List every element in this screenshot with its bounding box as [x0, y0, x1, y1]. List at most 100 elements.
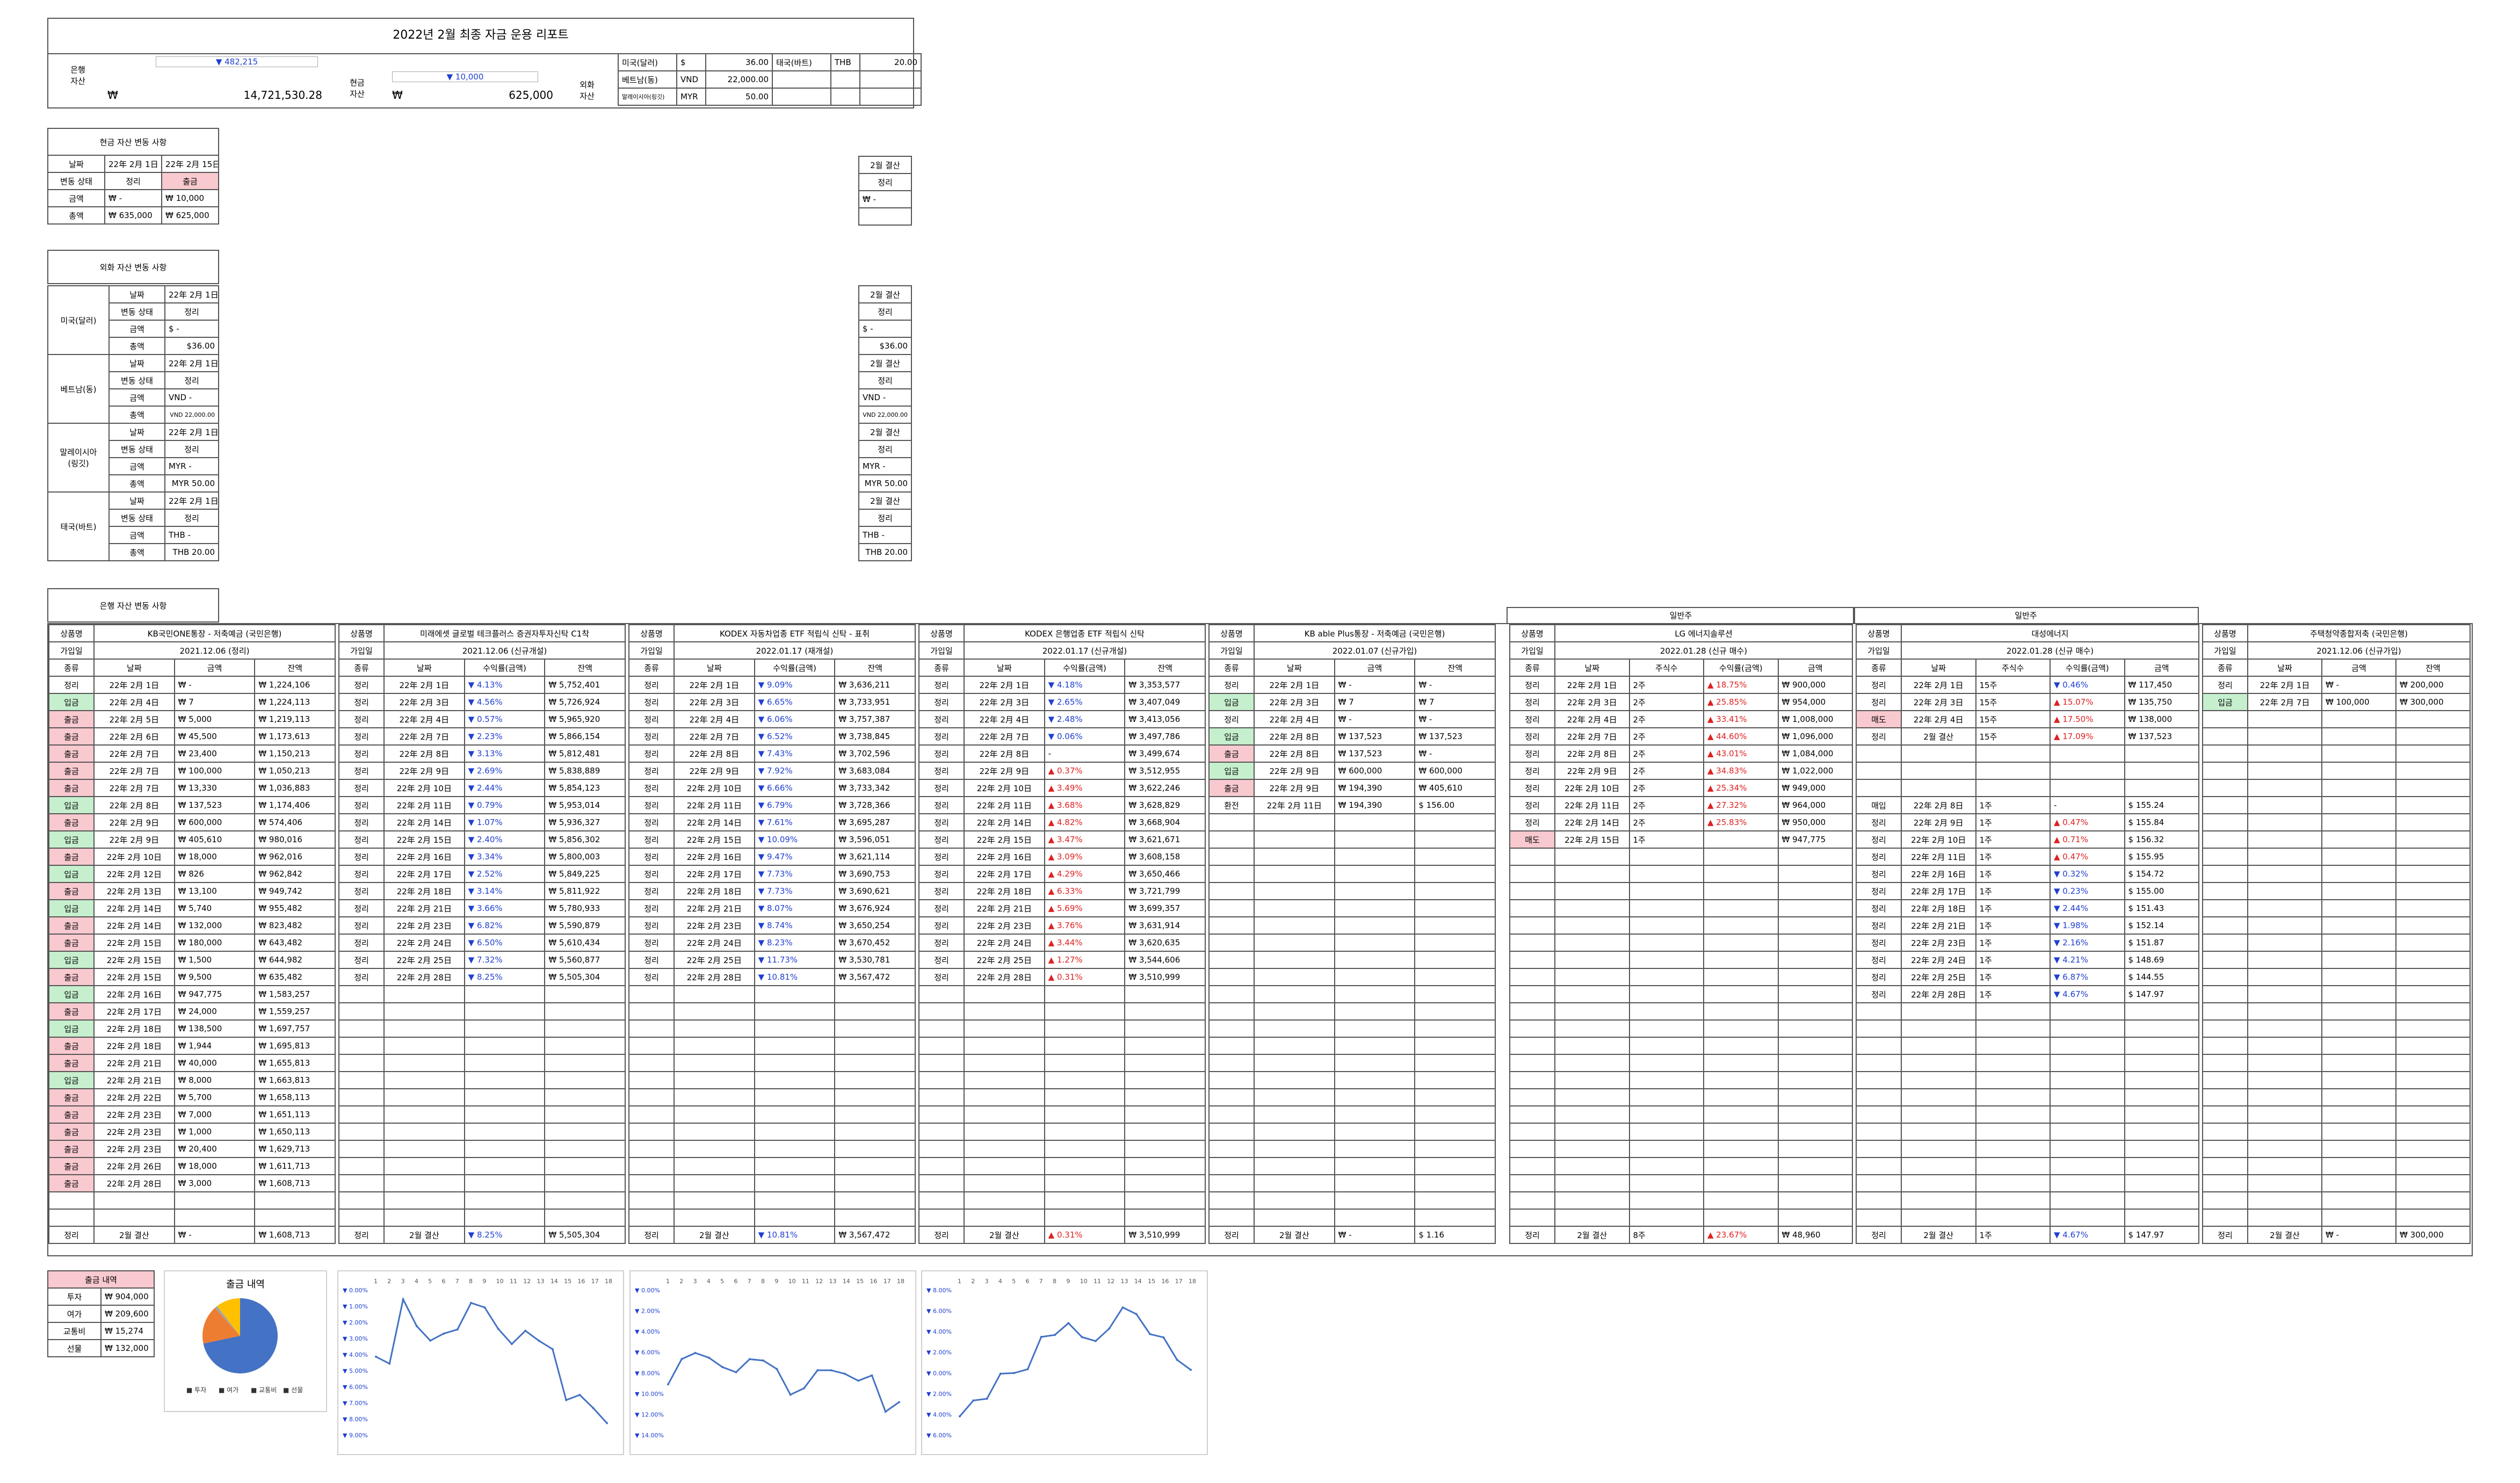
table-cell: 22年 2月 4日 — [964, 710, 1045, 728]
table-cell: 22年 2月 11日 — [383, 796, 465, 814]
fx-val: 50.00 — [705, 88, 773, 106]
fx-name2 — [772, 88, 831, 106]
table-cell: 입금 — [48, 1019, 95, 1038]
table-cell — [834, 1157, 916, 1175]
table-cell: 22年 2月 3日 — [964, 693, 1045, 711]
data-point — [606, 1422, 608, 1424]
table-cell: 정리 — [918, 779, 965, 797]
y-tick-label: ▼ 2.00% — [635, 1308, 660, 1315]
table-cell — [964, 1105, 1045, 1124]
fx-status: 정리 — [164, 302, 219, 321]
table-cell: 입금 — [48, 951, 95, 969]
table-cell: ₩ 1,697,757 — [254, 1019, 336, 1038]
table-cell — [2321, 968, 2396, 986]
table-cell — [674, 1019, 755, 1038]
table-cell: ▼ 3.34% — [464, 848, 546, 866]
table-cell — [1044, 1140, 1126, 1158]
table-cell — [383, 1140, 465, 1158]
data-point — [884, 1410, 887, 1413]
table-cell — [1628, 882, 1704, 900]
table-cell: ▲ 0.47% — [2050, 813, 2125, 831]
fx-amount: VND - — [164, 388, 219, 407]
table-cell — [1777, 1037, 1853, 1055]
table-cell — [964, 1054, 1045, 1072]
table-cell — [964, 1123, 1045, 1141]
table-cell: ₩ 9,500 — [173, 968, 256, 986]
table-cell — [964, 1088, 1045, 1106]
settle-cell: 2월 결산 — [2247, 1226, 2322, 1244]
table-cell — [834, 1037, 916, 1055]
pie-legend-item: ■ 투자 — [186, 1386, 206, 1394]
table-cell — [834, 1019, 916, 1038]
data-point — [680, 1358, 683, 1361]
line-chart-2-box: ▼ 0.00% ▼ 2.00% ▼ 4.00% ▼ 6.00% ▼ 8.00% ▼ 10.… — [629, 1270, 916, 1455]
table-cell: 22年 2月 18日 — [964, 882, 1045, 900]
table-cell — [383, 1088, 465, 1106]
table-cell: 정리 — [1208, 676, 1255, 694]
table-cell — [2395, 1037, 2471, 1055]
table-cell — [2321, 1037, 2396, 1055]
table-cell: ▼ 6.52% — [754, 727, 836, 746]
x-tick-label: 7 — [1039, 1278, 1043, 1285]
fx-cur2: THB — [830, 53, 860, 71]
table-cell — [1208, 830, 1255, 849]
x-tick-label: 10 — [496, 1278, 504, 1285]
table-cell — [1554, 1054, 1630, 1072]
table-cell — [2247, 1140, 2322, 1158]
joined-label: 가입일 — [918, 641, 965, 660]
table-cell: ₩ 5,936,327 — [544, 813, 626, 831]
table-cell: 22年 2月 23日 — [674, 916, 755, 935]
table-cell — [1208, 899, 1255, 917]
table-cell: ₩ 138,000 — [2124, 710, 2199, 728]
table-cell — [1414, 1054, 1496, 1072]
table-cell — [338, 1054, 385, 1072]
table-cell — [1208, 1123, 1255, 1141]
table-cell — [2202, 1088, 2248, 1106]
y-tick-label: ▼ 8.00% — [926, 1287, 952, 1294]
column-header: 금액 — [173, 659, 256, 677]
table-cell: ₩ 1,658,113 — [254, 1088, 336, 1106]
table-cell: 22年 2月 28日 — [383, 968, 465, 986]
table-cell: ▲ 3.68% — [1044, 796, 1126, 814]
fx-val: 22,000.00 — [705, 70, 773, 89]
x-tick-label: 10 — [1080, 1278, 1088, 1285]
table-cell — [1628, 1019, 1704, 1038]
settle-cell: ₩ 3,567,472 — [834, 1226, 916, 1244]
table-cell — [1509, 1123, 1555, 1141]
table-cell — [464, 1174, 546, 1192]
table-cell — [1777, 848, 1853, 866]
bank-section-title: 은행 자산 변동 사항 — [47, 588, 219, 623]
table-cell — [1414, 968, 1496, 986]
table-cell: ▼ 0.32% — [2050, 865, 2125, 883]
table-cell: 정리 — [628, 968, 675, 986]
table-cell: 22年 2月 9日 — [383, 762, 465, 780]
table-cell: 1주 — [1628, 830, 1704, 849]
table-cell — [1509, 1037, 1555, 1055]
table-cell — [1254, 1002, 1335, 1021]
table-cell — [2395, 951, 2471, 969]
table-cell — [1856, 1019, 1902, 1038]
pie-legend-item: ■ 선물 — [283, 1386, 303, 1394]
table-cell: ₩ 5,800,003 — [544, 848, 626, 866]
x-tick-label: 7 — [748, 1278, 751, 1285]
table-cell — [2050, 1174, 2125, 1192]
table-cell: 정리 — [628, 916, 675, 935]
table-cell: 22年 2月 15日 — [674, 830, 755, 849]
table-cell — [1628, 865, 1704, 883]
x-tick-label: 6 — [1025, 1278, 1029, 1285]
table-cell — [1777, 968, 1853, 986]
table-cell — [1901, 1002, 1976, 1021]
table-cell: 출금 — [48, 1140, 95, 1158]
table-cell: ▼ 8.23% — [754, 934, 836, 952]
table-cell: 22年 2月 28日 — [1901, 985, 1976, 1003]
table-cell: 22年 2月 5日 — [93, 710, 175, 728]
table-cell — [544, 1174, 626, 1192]
y-tick-label: ▼ 4.00% — [926, 1328, 952, 1335]
table-cell: ▼ 8.07% — [754, 899, 836, 917]
table-cell: 22年 2月 8日 — [1554, 744, 1630, 763]
table-cell — [1044, 1209, 1126, 1227]
table-cell — [544, 1054, 626, 1072]
table-cell — [1044, 1071, 1126, 1089]
fx-total: $36.00 — [164, 337, 219, 355]
table-cell — [1208, 985, 1255, 1003]
